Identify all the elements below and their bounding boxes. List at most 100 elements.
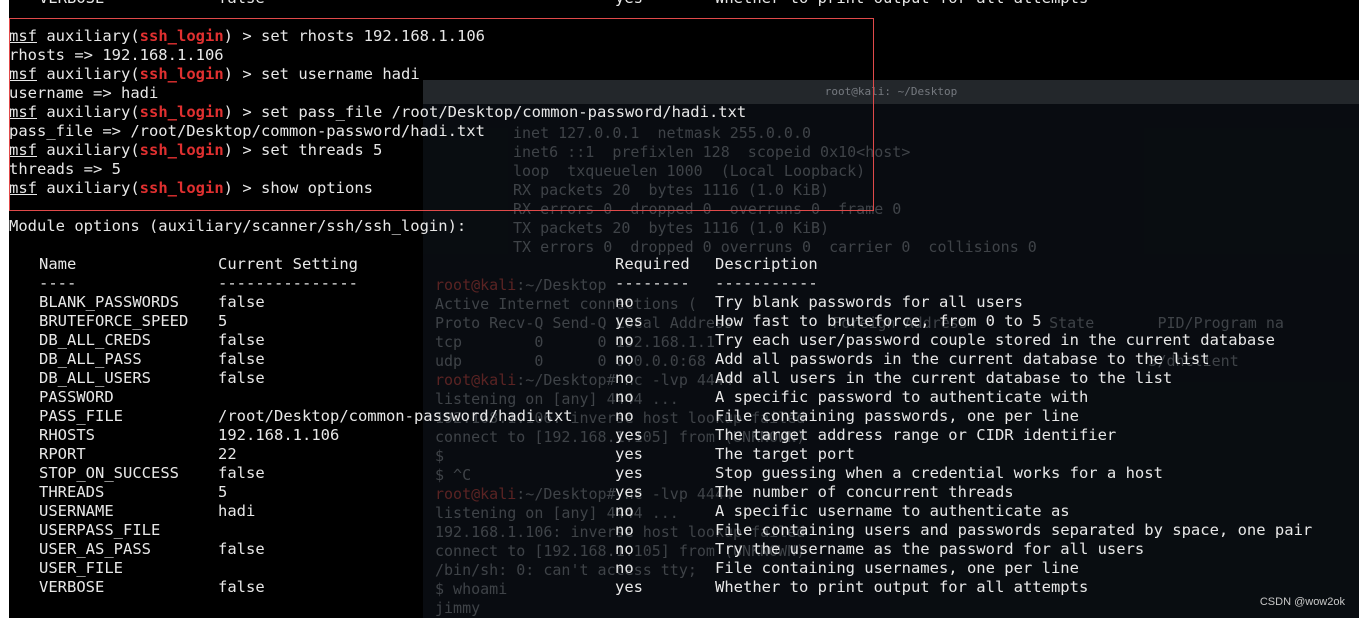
command-output: username => hadi (9, 84, 159, 102)
cut-row-cell: Whether to print output for all attempts (715, 0, 1088, 8)
option-name: DB_ALL_USERS (39, 369, 151, 387)
option-description: How fast to bruteforce, from 0 to 5 (715, 312, 1042, 330)
module-name: ssh_login (139, 179, 224, 197)
option-required: no (615, 407, 634, 425)
option-name: RPORT (39, 445, 86, 463)
msf-prompt: msf (9, 65, 37, 83)
option-description: The target address range or CIDR identif… (715, 426, 1117, 444)
option-name: BRUTEFORCE_SPEED (39, 312, 189, 330)
option-description: File containing passwords, one per line (715, 407, 1079, 425)
prompt-line: msf auxiliary(ssh_login) > set threads 5 (9, 141, 382, 160)
option-description: File containing usernames, one per line (715, 559, 1079, 577)
ghost-line: RX errors 0 dropped 0 overruns 0 frame 0 (513, 200, 902, 218)
table-underline-setting: --------------- (218, 274, 358, 292)
table-header-name: Name (39, 255, 77, 273)
module-options-title: Module options (auxiliary/scanner/ssh/ss… (9, 217, 467, 235)
option-setting: false (218, 369, 265, 387)
command-text: set username hadi (261, 65, 420, 83)
msf-prompt: msf (9, 103, 37, 121)
option-description: A specific password to authenticate with (715, 388, 1089, 406)
module-name: ssh_login (139, 141, 224, 159)
cut-row-cell: false (218, 0, 265, 8)
prompt-context: auxiliary( (46, 141, 140, 159)
ghost-line: RX packets 20 bytes 1116 (1.0 KiB) (513, 181, 830, 199)
option-description: Whether to print output for all attempts (715, 578, 1089, 596)
option-name: BLANK_PASSWORDS (39, 293, 179, 311)
msf-prompt: msf (9, 179, 37, 197)
option-name: USER_FILE (39, 559, 123, 577)
ghost-line: inet 127.0.0.1 netmask 255.0.0.0 (513, 124, 812, 142)
option-setting: /root/Desktop/common-password/hadi.txt (218, 407, 573, 425)
ghost-line: $ whoami (435, 580, 507, 599)
option-description: Add all passwords in the current databas… (715, 350, 1210, 368)
ghost-prompt-user: root@kali (435, 485, 517, 503)
prompt-line: msf auxiliary(ssh_login) > set rhosts 19… (9, 27, 485, 46)
cut-row-cell: yes (615, 0, 643, 8)
terminal-screen: root@kali: ~/Desktop inet 127.0.0.1 netm… (9, 0, 1359, 618)
prompt-line: msf auxiliary(ssh_login) > set pass_file… (9, 103, 746, 122)
option-description: Add all users in the current database to… (715, 369, 1173, 387)
ghost-line: inet6 ::1 prefixlen 128 scopeid 0x10<hos… (513, 143, 911, 161)
option-required: no (615, 293, 634, 311)
ghost-line-text: :~/Desktop (516, 276, 607, 294)
option-setting: 5 (218, 312, 228, 330)
prompt-line: msf auxiliary(ssh_login) > set username … (9, 65, 420, 84)
ghost-prompt-user: root@kali (435, 371, 517, 389)
option-required: no (615, 559, 634, 577)
ghost-line-text: Active Internet connections ( (435, 295, 697, 313)
option-description: Try the username as the password for all… (715, 540, 1145, 558)
option-required: no (615, 388, 634, 406)
option-description: A specific username to authenticate as (715, 502, 1070, 520)
ghost-line-text: listening on [any] 4444 ... (435, 390, 679, 408)
command-output: threads => 5 (9, 160, 121, 178)
option-description: The number of concurrent threads (715, 483, 1014, 501)
module-name: ssh_login (139, 27, 224, 45)
command-output: pass_file => /root/Desktop/common-passwo… (9, 122, 485, 140)
option-setting: false (218, 464, 265, 482)
ghost-line: TX packets 20 bytes 1116 (1.0 KiB) (513, 219, 830, 237)
option-name: DB_ALL_CREDS (39, 331, 151, 349)
ghost-line-text: listening on [any] 4444 ... (435, 504, 679, 522)
ghost-line: Active Internet connections ( (435, 295, 697, 314)
prompt-context: auxiliary( (46, 27, 140, 45)
ghost-line: /bin/sh: 0: can't access tty; (435, 561, 697, 580)
option-setting: false (218, 293, 265, 311)
option-name: VERBOSE (39, 578, 105, 596)
option-name: RHOSTS (39, 426, 95, 444)
ghost-line: root@kali:~/Desktop (435, 276, 607, 295)
ghost-line-text: jimmy (435, 599, 481, 617)
table-underline-name: ---- (39, 274, 77, 292)
option-setting: 22 (218, 445, 237, 463)
option-description: File containing users and passwords sepa… (715, 521, 1313, 539)
option-name: THREADS (39, 483, 105, 501)
module-name: ssh_login (139, 103, 224, 121)
ghost-line: listening on [any] 4444 ... (435, 504, 679, 523)
ghost-line: tcp 0 0 192.168.1.1 (435, 333, 715, 352)
option-description: The target port (715, 445, 855, 463)
watermark: CSDN @wow2ok (1259, 596, 1345, 608)
option-required: yes (615, 464, 643, 482)
table-header-required: Required (615, 255, 690, 273)
ghost-line: jimmy (435, 599, 480, 618)
option-setting: false (218, 350, 265, 368)
prompt-close: ) > (223, 141, 252, 159)
option-required: no (615, 502, 634, 520)
command-text: set pass_file /root/Desktop/common-passw… (261, 103, 747, 121)
prompt-context: auxiliary( (46, 65, 140, 83)
option-required: no (615, 540, 634, 558)
option-setting: false (218, 331, 265, 349)
prompt-close: ) > (223, 179, 252, 197)
table-underline-description: ----------- (715, 274, 818, 292)
background-window-title: root@kali: ~/Desktop (423, 80, 1359, 104)
option-required: yes (615, 312, 643, 330)
option-setting: hadi (218, 502, 256, 520)
option-name: PASSWORD (39, 388, 114, 406)
option-required: no (615, 331, 634, 349)
prompt-close: ) > (223, 27, 252, 45)
option-description: Try each user/password couple stored in … (715, 331, 1275, 349)
table-header-description: Description (715, 255, 818, 273)
option-description: Stop guessing when a credential works fo… (715, 464, 1163, 482)
ghost-line-text: tcp 0 0 192.168.1.1 (435, 333, 715, 351)
option-name: DB_ALL_PASS (39, 350, 142, 368)
ghost-line-text: $ whoami (435, 580, 508, 598)
